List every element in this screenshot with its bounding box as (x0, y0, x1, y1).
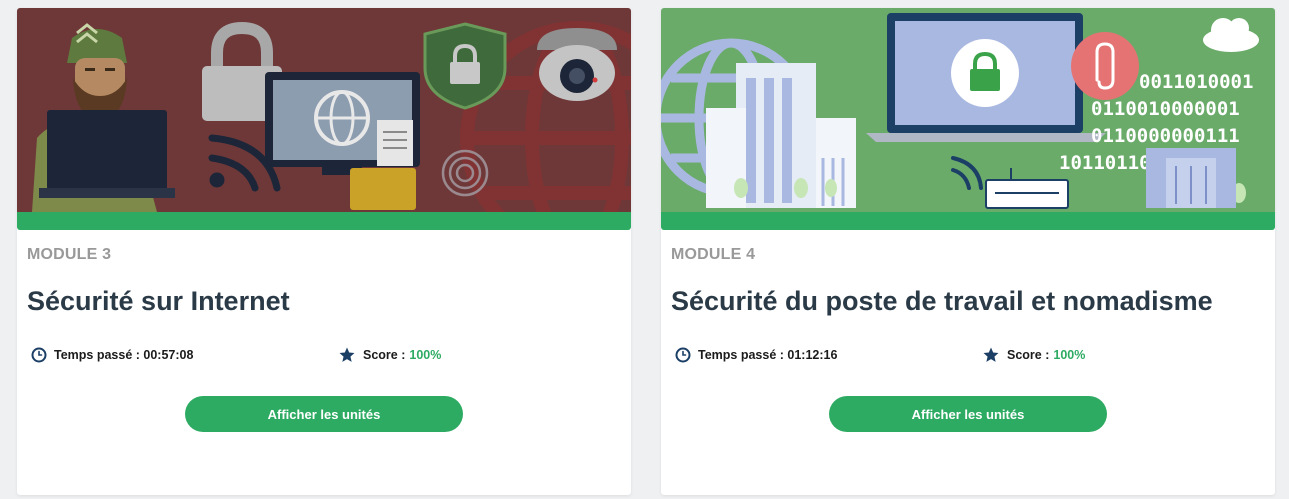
score-label: Score : (363, 348, 406, 362)
laptop-lock-graphic (866, 13, 1106, 142)
shield-lock-graphic (423, 22, 507, 110)
module-4-banner-illustration: 0011010001 0110010000001 0110000000111 1… (661, 8, 1275, 212)
star-icon (983, 347, 999, 362)
module-3-label: MODULE 3 (27, 246, 112, 263)
module-card-3: MODULE 3 Sécurité sur Internet Temps pas… (17, 8, 631, 495)
clock-icon (31, 347, 47, 363)
module-3-progress-fill (17, 212, 631, 230)
show-units-button-module-3[interactable]: Afficher les unités (185, 396, 463, 432)
module-3-banner-illustration (17, 8, 631, 212)
module-3-progress-bar (17, 212, 631, 230)
time-spent-label: Temps passé : (698, 348, 784, 362)
module-4-time-spent: Temps passé : 01:12:16 (675, 346, 837, 364)
paperclip-badge-graphic (1071, 32, 1139, 100)
module-3-title: Sécurité sur Internet (27, 286, 290, 316)
office-building-graphic (1146, 148, 1236, 208)
module-4-label: MODULE 4 (671, 246, 756, 263)
module-4-title: Sécurité du poste de travail et nomadism… (671, 286, 1213, 316)
score-value: 100% (1053, 348, 1086, 362)
show-units-button-module-4[interactable]: Afficher les unités (829, 396, 1107, 432)
time-spent-value: 00:57:08 (143, 348, 194, 362)
clock-icon (675, 347, 691, 363)
module-4-progress-bar (661, 212, 1275, 230)
binary-line-1: 0011010001 (1139, 71, 1253, 93)
score-value: 100% (409, 348, 442, 362)
module-card-4: 0011010001 0110010000001 0110000000111 1… (661, 8, 1275, 495)
module-3-time-spent: Temps passé : 00:57:08 (31, 346, 193, 364)
score-label: Score : (1007, 348, 1050, 362)
module-3-score: Score :100% (338, 346, 441, 364)
star-icon (339, 347, 355, 362)
time-spent-label: Temps passé : (54, 348, 140, 362)
time-spent-value: 01:12:16 (787, 348, 838, 362)
binary-line-3: 0110000000111 (1091, 125, 1240, 147)
module-4-score: Score :100% (982, 346, 1085, 364)
module-4-progress-fill (661, 212, 1275, 230)
binary-line-2: 0110010000001 (1091, 98, 1240, 120)
security-camera-graphic (537, 28, 617, 101)
